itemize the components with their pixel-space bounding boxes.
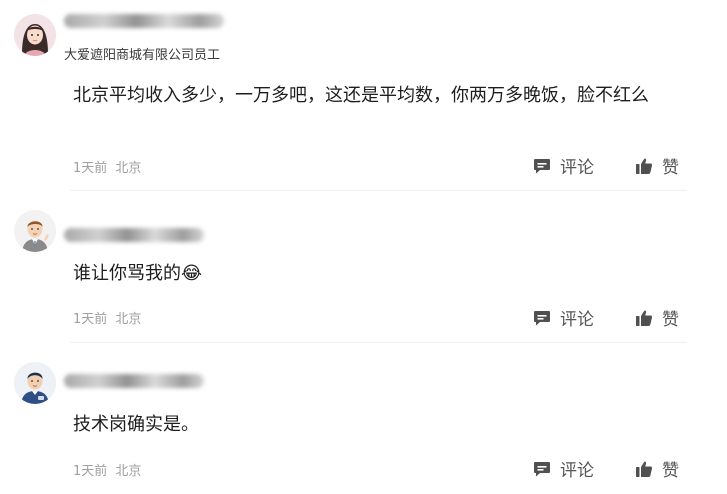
reply-button[interactable]: 评论 xyxy=(532,153,594,178)
comment-text: 技术岗确实是。 xyxy=(73,414,199,435)
user-avatar[interactable] xyxy=(14,14,56,56)
comment-location: 北京 xyxy=(115,161,142,176)
user-avatar[interactable] xyxy=(14,362,56,404)
comment-time: 1天前 xyxy=(73,161,108,176)
comment-text: 谁让你骂我的😂 xyxy=(73,263,203,284)
comment-meta: 1天前 北京 xyxy=(73,157,141,176)
username-blurred[interactable] xyxy=(64,228,204,242)
like-label: 赞 xyxy=(662,461,679,481)
divider xyxy=(70,342,687,343)
reply-label: 评论 xyxy=(560,461,594,481)
comment-meta: 1天前 北京 xyxy=(73,308,141,327)
comment-meta: 1天前 北京 xyxy=(73,460,141,479)
like-button[interactable]: 赞 xyxy=(634,305,679,330)
comment-location: 北京 xyxy=(115,464,142,479)
man-blue-avatar-icon xyxy=(14,362,56,404)
man-suit-avatar-icon xyxy=(14,210,56,252)
username-blurred[interactable] xyxy=(64,14,224,28)
thumbs-up-icon xyxy=(636,310,653,326)
divider xyxy=(70,190,687,191)
comment-bubble-icon xyxy=(534,461,550,476)
thumbs-up-icon xyxy=(636,158,653,174)
comment-bubble-icon xyxy=(534,310,550,325)
comment-text: 北京平均收入多少，一万多吧，这还是平均数，你两万多晚饭，脸不红么 xyxy=(73,85,649,106)
comment-location: 北京 xyxy=(115,312,142,327)
comment-bubble-icon xyxy=(534,158,550,173)
comment-time: 1天前 xyxy=(73,312,108,327)
reply-button[interactable]: 评论 xyxy=(532,305,594,330)
user-avatar[interactable] xyxy=(14,210,56,252)
reply-button[interactable]: 评论 xyxy=(532,456,594,481)
reply-label: 评论 xyxy=(560,158,594,178)
thumbs-up-icon xyxy=(636,461,653,477)
like-label: 赞 xyxy=(662,158,679,178)
reply-label: 评论 xyxy=(560,310,594,330)
user-title: 大爱遮阳商城有限公司员工 xyxy=(64,48,221,63)
like-label: 赞 xyxy=(662,310,679,330)
woman-avatar-icon xyxy=(14,14,56,56)
like-button[interactable]: 赞 xyxy=(634,456,679,481)
like-button[interactable]: 赞 xyxy=(634,153,679,178)
username-blurred[interactable] xyxy=(64,374,204,388)
comment-time: 1天前 xyxy=(73,464,108,479)
